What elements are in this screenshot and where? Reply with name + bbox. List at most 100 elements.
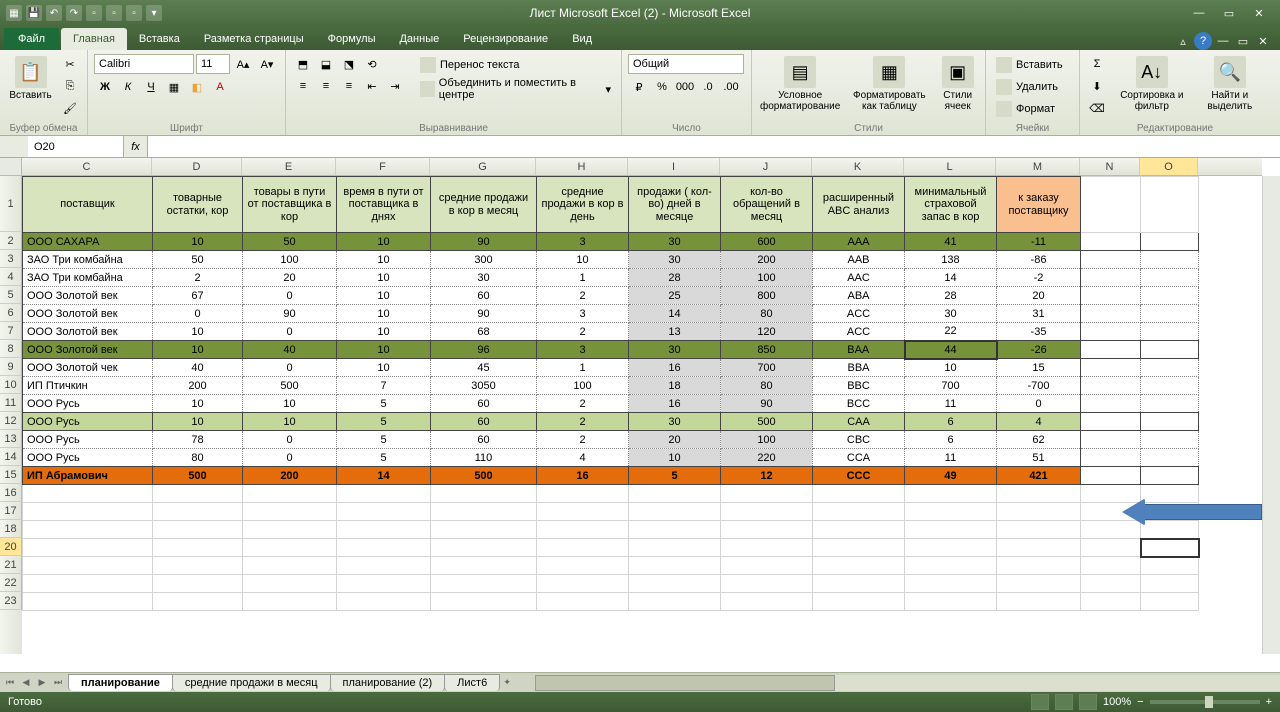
cell[interactable] — [905, 485, 997, 503]
cell[interactable] — [23, 593, 153, 611]
cell[interactable] — [23, 575, 153, 593]
cell[interactable]: 50 — [153, 251, 243, 269]
cell[interactable] — [337, 593, 431, 611]
cell[interactable] — [537, 485, 629, 503]
row-header-6[interactable]: 6 — [0, 304, 22, 322]
cell[interactable] — [721, 575, 813, 593]
cell[interactable] — [337, 503, 431, 521]
cell[interactable]: 10 — [337, 251, 431, 269]
wrap-text-button[interactable]: Перенос текста — [416, 54, 615, 76]
cell[interactable]: 600 — [721, 233, 813, 251]
cell[interactable]: ООО Золотой чек — [23, 359, 153, 377]
cell[interactable] — [243, 539, 337, 557]
tab-layout[interactable]: Разметка страницы — [192, 28, 316, 50]
cell[interactable]: 100 — [721, 431, 813, 449]
cell[interactable]: 40 — [153, 359, 243, 377]
cell[interactable] — [337, 521, 431, 539]
cell[interactable]: 0 — [243, 449, 337, 467]
cell[interactable]: 800 — [721, 287, 813, 305]
cell[interactable]: 700 — [905, 377, 997, 395]
cell[interactable]: 5 — [337, 413, 431, 431]
header-cell[interactable]: время в пути от поставщика в днях — [337, 177, 431, 233]
cell[interactable] — [1141, 503, 1199, 521]
cell[interactable] — [431, 575, 537, 593]
cell[interactable] — [1081, 593, 1141, 611]
maximize-button[interactable]: ▭ — [1216, 4, 1242, 22]
cell[interactable] — [997, 557, 1081, 575]
cell[interactable]: 22 — [905, 323, 997, 341]
cell[interactable] — [813, 503, 905, 521]
cell[interactable] — [431, 539, 537, 557]
cell[interactable] — [997, 503, 1081, 521]
font-name-combo[interactable]: Calibri — [94, 54, 194, 74]
cell[interactable]: 5 — [629, 467, 721, 485]
cell[interactable] — [337, 575, 431, 593]
cell[interactable] — [813, 521, 905, 539]
cell[interactable] — [153, 593, 243, 611]
cell[interactable]: ООО Русь — [23, 413, 153, 431]
align-top-button[interactable]: ⬒ — [292, 54, 314, 74]
cell[interactable] — [23, 539, 153, 557]
header-cell[interactable]: товары в пути от поставщика в кор — [243, 177, 337, 233]
cell[interactable]: 90 — [431, 233, 537, 251]
sheet-tab[interactable]: Лист6 — [444, 674, 500, 691]
cell[interactable] — [721, 503, 813, 521]
format-painter-button[interactable]: 🖌 — [59, 98, 81, 118]
cell[interactable]: ООО Золотой век — [23, 341, 153, 359]
cell[interactable]: 31 — [997, 305, 1081, 323]
cell[interactable] — [721, 557, 813, 575]
cell[interactable]: 10 — [905, 359, 997, 377]
cell[interactable]: 2 — [537, 287, 629, 305]
cell[interactable] — [431, 557, 537, 575]
cell[interactable]: 96 — [431, 341, 537, 359]
file-tab[interactable]: Файл — [4, 28, 59, 50]
cell[interactable]: ООО Золотой век — [23, 323, 153, 341]
cell[interactable]: 7 — [337, 377, 431, 395]
cell[interactable]: 10 — [243, 413, 337, 431]
cell[interactable]: ООО Золотой век — [23, 287, 153, 305]
cell[interactable]: 0 — [997, 395, 1081, 413]
cell[interactable] — [537, 503, 629, 521]
decrease-decimal-button[interactable]: .00 — [720, 77, 742, 97]
cell[interactable]: 10 — [337, 287, 431, 305]
redo-icon[interactable]: ↷ — [66, 5, 82, 21]
minimize-ribbon-icon[interactable]: ▵ — [1174, 32, 1192, 50]
cell[interactable] — [997, 539, 1081, 557]
cell[interactable] — [1081, 557, 1141, 575]
cell[interactable] — [243, 503, 337, 521]
col-header-C[interactable]: C — [22, 158, 152, 175]
cell[interactable] — [153, 539, 243, 557]
cell[interactable]: 30 — [629, 233, 721, 251]
header-cell[interactable]: продажи ( кол-во) дней в месяце — [629, 177, 721, 233]
col-header-I[interactable]: I — [628, 158, 720, 175]
cell[interactable] — [813, 575, 905, 593]
align-middle-button[interactable]: ⬓ — [315, 54, 337, 74]
col-header-D[interactable]: D — [152, 158, 242, 175]
row-header-9[interactable]: 9 — [0, 358, 22, 376]
ribbon-window-max[interactable]: ▭ — [1234, 32, 1252, 50]
row-header-18[interactable]: 18 — [0, 520, 22, 538]
tab-insert[interactable]: Вставка — [127, 28, 192, 50]
cell[interactable]: ABA — [813, 287, 905, 305]
cell[interactable]: ЗАО Три комбайна — [23, 269, 153, 287]
cell[interactable]: 80 — [153, 449, 243, 467]
minimize-button[interactable]: — — [1186, 4, 1212, 22]
cell[interactable] — [1141, 521, 1199, 539]
horizontal-scrollbar[interactable] — [535, 675, 1280, 691]
align-bottom-button[interactable]: ⬔ — [338, 54, 360, 74]
cell[interactable]: ООО Русь — [23, 395, 153, 413]
cell[interactable]: 60 — [431, 413, 537, 431]
cell[interactable]: 0 — [153, 305, 243, 323]
cell[interactable]: 6 — [905, 413, 997, 431]
header-cell[interactable]: к заказу поставщику — [997, 177, 1081, 233]
view-normal-button[interactable] — [1031, 694, 1049, 710]
cell[interactable] — [23, 557, 153, 575]
cell[interactable] — [153, 485, 243, 503]
cell[interactable] — [721, 593, 813, 611]
row-header-17[interactable]: 17 — [0, 502, 22, 520]
cell[interactable]: 2 — [537, 323, 629, 341]
cell[interactable] — [1081, 503, 1141, 521]
increase-indent-button[interactable]: ⇥ — [384, 76, 406, 96]
sheet-tab[interactable]: средние продажи в месяц — [172, 674, 331, 691]
col-header-E[interactable]: E — [242, 158, 336, 175]
